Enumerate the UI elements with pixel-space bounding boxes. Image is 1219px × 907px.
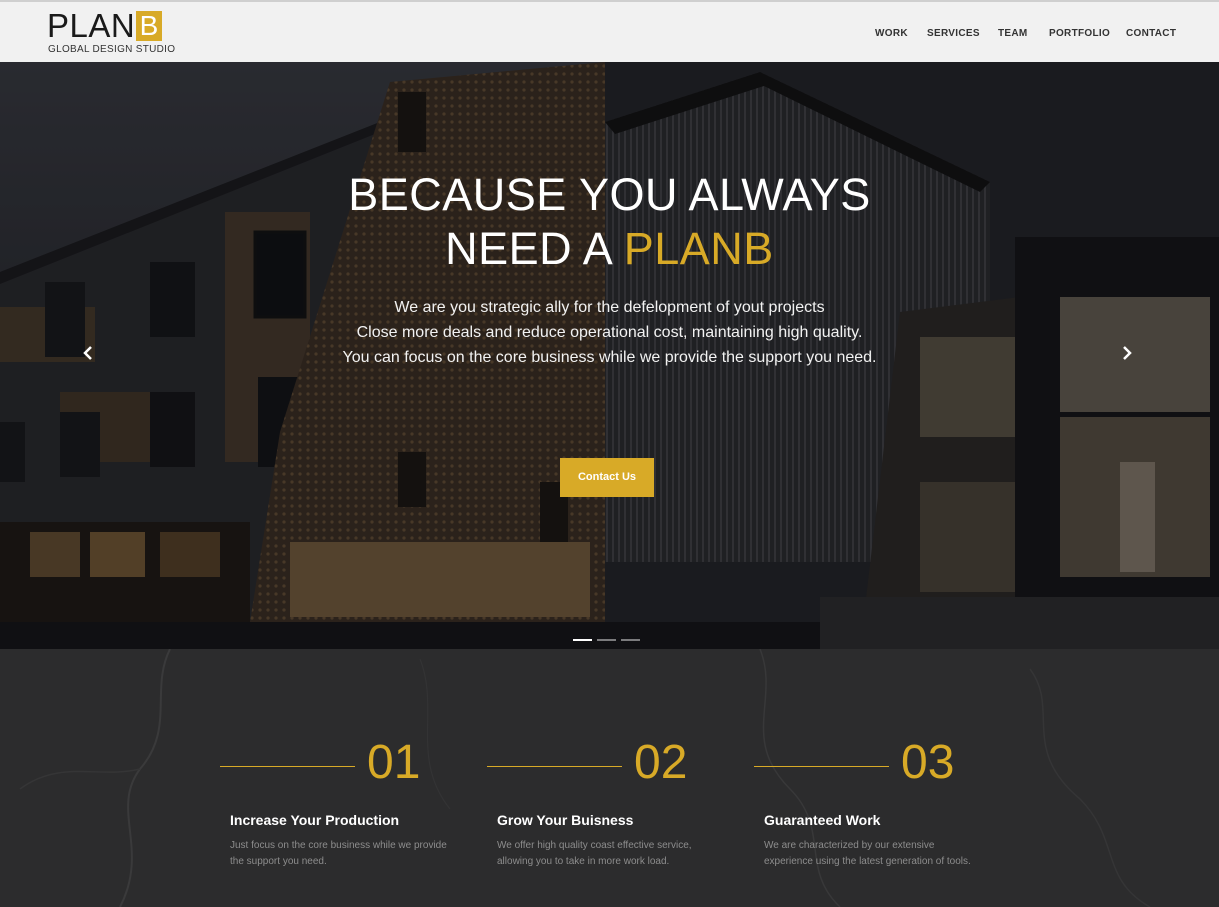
hero-title-plain: NEED A [445, 223, 611, 274]
slide-dot-2[interactable] [597, 639, 616, 641]
nav-item-team[interactable]: TEAM [998, 28, 1028, 39]
features-section: 01 Increase Your Production Just focus o… [0, 649, 1219, 907]
feature-title: Guaranteed Work [764, 812, 881, 828]
feature-description: We are characterized by our extensive ex… [764, 840, 971, 867]
feature-card-3: 03 Guaranteed Work We are characterized … [754, 649, 1014, 907]
feature-number: 02 [634, 736, 688, 789]
hero-subtitle-line1: We are you strategic ally for the defelo… [394, 299, 825, 316]
chevron-right-icon[interactable] [1119, 345, 1135, 361]
feature-number: 03 [901, 736, 955, 789]
feature-divider [487, 766, 622, 767]
hero-title-line2: NEED A PLANB [0, 222, 1219, 276]
logo-letter-badge: B [136, 11, 162, 41]
feature-number: 01 [367, 736, 421, 789]
hero-subtitle-line2: Close more deals and reduce operational … [356, 324, 863, 341]
slide-dot-3[interactable] [621, 639, 640, 641]
feature-description: We offer high quality coast effective se… [497, 840, 692, 867]
feature-description: Just focus on the core business while we… [230, 840, 447, 867]
hero-title-line1: BECAUSE YOU ALWAYS [348, 169, 871, 220]
contact-us-button[interactable]: Contact Us [560, 458, 654, 497]
feature-divider [754, 766, 889, 767]
nav-item-portfolio[interactable]: PORTFOLIO [1049, 28, 1110, 39]
feature-title: Grow Your Buisness [497, 812, 634, 828]
hero-title-accent: PLANB [623, 223, 774, 274]
logo-tagline: GLOBAL DESIGN STUDIO [48, 44, 176, 55]
hero-subtitle-line3: You can focus on the core business while… [342, 349, 877, 366]
feature-title: Increase Your Production [230, 812, 400, 828]
slider-pagination [573, 639, 643, 643]
feature-card-2: 02 Grow Your Buisness We offer high qual… [487, 649, 747, 907]
chevron-left-icon[interactable] [80, 345, 96, 361]
logo-wordmark: PLAN [47, 7, 136, 44]
site-header: PLAN B GLOBAL DESIGN STUDIO WORK SERVICE… [0, 0, 1219, 62]
nav-item-contact[interactable]: CONTACT [1126, 28, 1176, 39]
feature-divider [220, 766, 355, 767]
nav-item-work[interactable]: WORK [875, 28, 908, 39]
nav-item-services[interactable]: SERVICES [927, 28, 980, 39]
feature-card-1: 01 Increase Your Production Just focus o… [220, 649, 480, 907]
slide-dot-1[interactable] [573, 639, 592, 641]
hero-slider: BECAUSE YOU ALWAYS NEED A PLANB We are y… [0, 62, 1219, 649]
brand-logo[interactable]: PLAN B GLOBAL DESIGN STUDIO [47, 7, 175, 57]
